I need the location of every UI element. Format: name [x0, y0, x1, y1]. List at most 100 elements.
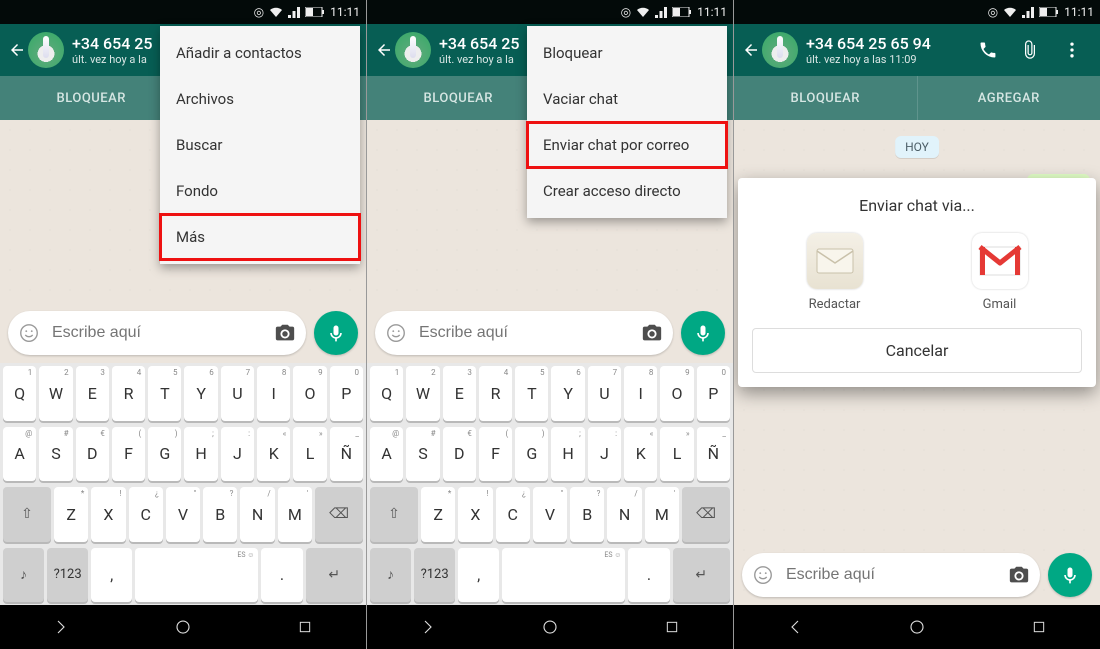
camera-icon[interactable] [274, 322, 296, 344]
message-input[interactable] [50, 323, 264, 343]
key-i[interactable]: 8I [257, 366, 290, 421]
key-w[interactable]: 2W [406, 366, 439, 421]
key-s[interactable]: #S [39, 427, 72, 482]
key-o[interactable]: 9O [293, 366, 326, 421]
menu-clear-chat[interactable]: Vaciar chat [527, 76, 727, 122]
key-voice[interactable]: ♪ [370, 548, 411, 603]
key-enter[interactable]: ↵ [673, 548, 731, 603]
key-shift[interactable]: ⇧ [3, 487, 51, 542]
key-period[interactable]: . [628, 548, 669, 603]
key-symbols[interactable]: ?123 [47, 548, 88, 603]
key-period[interactable]: . [261, 548, 302, 603]
key-c[interactable]: ¿C [496, 487, 530, 542]
key-e[interactable]: 3E [443, 366, 476, 421]
key-f[interactable]: (F [479, 427, 512, 482]
key-w[interactable]: 2W [39, 366, 72, 421]
key-y[interactable]: 6Y [551, 366, 584, 421]
attach-icon[interactable] [1020, 40, 1040, 60]
key-n[interactable]: /N [607, 487, 641, 542]
key-g[interactable]: )G [515, 427, 548, 482]
avatar[interactable] [28, 32, 64, 68]
key-b[interactable]: ?B [203, 487, 237, 542]
key-l[interactable]: »L [293, 427, 326, 482]
key-z[interactable]: *Z [54, 487, 88, 542]
menu-email-chat[interactable]: Enviar chat por correo [527, 122, 727, 168]
key-comma[interactable]: , [91, 548, 132, 603]
avatar[interactable] [395, 32, 431, 68]
nav-back[interactable] [417, 616, 439, 638]
key-o[interactable]: 9O [660, 366, 693, 421]
key-k[interactable]: «K [624, 427, 657, 482]
nav-back[interactable] [50, 616, 72, 638]
key-comma[interactable]: , [458, 548, 499, 603]
key-space[interactable]: ES ☺ [135, 548, 258, 603]
key-symbols[interactable]: ?123 [414, 548, 455, 603]
menu-files[interactable]: Archivos [160, 76, 360, 122]
key-p[interactable]: 0P [697, 366, 730, 421]
avatar[interactable] [762, 32, 798, 68]
key-q[interactable]: 1Q [3, 366, 36, 421]
key-l[interactable]: »L [660, 427, 693, 482]
key-ñ[interactable]: _Ñ [330, 427, 363, 482]
block-button[interactable]: BLOQUEAR [734, 76, 918, 120]
menu-search[interactable]: Buscar [160, 122, 360, 168]
key-r[interactable]: 4R [112, 366, 145, 421]
nav-recent[interactable] [294, 616, 316, 638]
key-v[interactable]: "V [533, 487, 567, 542]
nav-home[interactable] [172, 616, 194, 638]
key-t[interactable]: 5T [148, 366, 181, 421]
key-f[interactable]: (F [112, 427, 145, 482]
menu-add-contacts[interactable]: Añadir a contactos [160, 30, 360, 76]
chat-title-block[interactable]: +34 654 25 65 94 últ. vez hoy a las 11:0… [806, 34, 972, 66]
key-m[interactable]: 'M [645, 487, 679, 542]
back-icon[interactable] [375, 41, 393, 59]
menu-block[interactable]: Bloquear [527, 30, 727, 76]
key-c[interactable]: ¿C [129, 487, 163, 542]
key-x[interactable]: !X [91, 487, 125, 542]
camera-icon[interactable] [641, 322, 663, 344]
key-backspace[interactable]: ⌫ [682, 487, 730, 542]
key-backspace[interactable]: ⌫ [315, 487, 363, 542]
share-compose[interactable]: Redactar [807, 233, 863, 312]
overflow-icon[interactable] [1062, 40, 1082, 60]
key-v[interactable]: "V [166, 487, 200, 542]
camera-icon[interactable] [1008, 564, 1030, 586]
add-button[interactable]: AGREGAR [918, 76, 1100, 120]
keyboard[interactable]: 1Q2W3E4R5T6Y7U8I9O0P@A#S€D(F)G;H:J«K»L_Ñ… [0, 363, 366, 605]
mic-button[interactable] [314, 311, 358, 355]
key-d[interactable]: €D [443, 427, 476, 482]
message-input[interactable] [784, 565, 998, 585]
key-space[interactable]: ES ☺ [502, 548, 625, 603]
key-enter[interactable]: ↵ [306, 548, 364, 603]
key-q[interactable]: 1Q [370, 366, 403, 421]
key-u[interactable]: 7U [588, 366, 621, 421]
key-a[interactable]: @A [370, 427, 403, 482]
mic-button[interactable] [1048, 553, 1092, 597]
key-k[interactable]: «K [257, 427, 290, 482]
key-voice[interactable]: ♪ [3, 548, 44, 603]
key-i[interactable]: 8I [624, 366, 657, 421]
menu-more[interactable]: Más [160, 214, 360, 260]
key-b[interactable]: ?B [570, 487, 604, 542]
nav-recent[interactable] [1028, 616, 1050, 638]
key-d[interactable]: €D [76, 427, 109, 482]
block-button[interactable]: BLOQUEAR [0, 76, 184, 120]
key-s[interactable]: #S [406, 427, 439, 482]
key-h[interactable]: ;H [184, 427, 217, 482]
key-j[interactable]: :J [221, 427, 254, 482]
mic-button[interactable] [681, 311, 725, 355]
key-u[interactable]: 7U [221, 366, 254, 421]
back-icon[interactable] [8, 41, 26, 59]
call-icon[interactable] [978, 40, 998, 60]
emoji-icon[interactable] [752, 564, 774, 586]
key-x[interactable]: !X [458, 487, 492, 542]
key-t[interactable]: 5T [515, 366, 548, 421]
key-h[interactable]: ;H [551, 427, 584, 482]
key-a[interactable]: @A [3, 427, 36, 482]
key-shift[interactable]: ⇧ [370, 487, 418, 542]
share-cancel[interactable]: Cancelar [752, 328, 1082, 373]
key-g[interactable]: )G [148, 427, 181, 482]
key-n[interactable]: /N [240, 487, 274, 542]
share-gmail[interactable]: Gmail [972, 233, 1028, 312]
keyboard[interactable]: 1Q2W3E4R5T6Y7U8I9O0P@A#S€D(F)G;H:J«K»L_Ñ… [367, 363, 733, 605]
